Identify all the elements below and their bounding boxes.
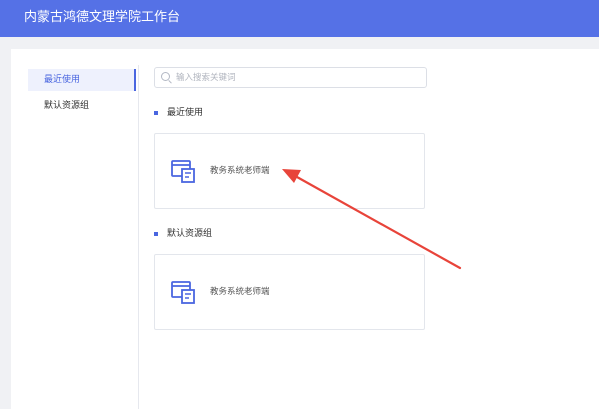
section-title-text: 最近使用 — [167, 108, 204, 118]
app-card-recent[interactable]: 教务系统老师端 — [154, 133, 425, 209]
section-title-text: 默认资源组 — [167, 229, 213, 239]
app-card-default-group[interactable]: 教务系统老师端 — [154, 254, 425, 330]
app-card-label: 教务系统老师端 — [210, 287, 270, 297]
main-panel: 最近使用 默认资源组 最近使用 教务系统老师端 默认资源组 — [11, 49, 599, 409]
search-box[interactable] — [154, 67, 427, 88]
sidebar-item-label: 默认资源组 — [44, 101, 90, 111]
section-marker — [154, 232, 158, 236]
workspace-title: 内蒙古鸿德文理学院工作台 — [24, 10, 181, 25]
search-icon — [161, 72, 170, 81]
sidebar-item-label: 最近使用 — [44, 75, 81, 85]
app-card-label: 教务系统老师端 — [210, 166, 270, 176]
sidebar-item-default-group[interactable]: 默认资源组 — [28, 95, 136, 117]
sidebar-item-recent[interactable]: 最近使用 — [28, 69, 136, 91]
section-title-default-group: 默认资源组 — [154, 228, 212, 240]
app-window-icon — [171, 160, 195, 183]
sidebar: 最近使用 默认资源组 — [11, 65, 139, 409]
search-input[interactable] — [176, 70, 416, 85]
top-header: 内蒙古鸿德文理学院工作台 — [0, 0, 599, 37]
section-marker — [154, 111, 158, 115]
app-window-icon — [171, 281, 195, 304]
section-title-recent: 最近使用 — [154, 107, 203, 119]
